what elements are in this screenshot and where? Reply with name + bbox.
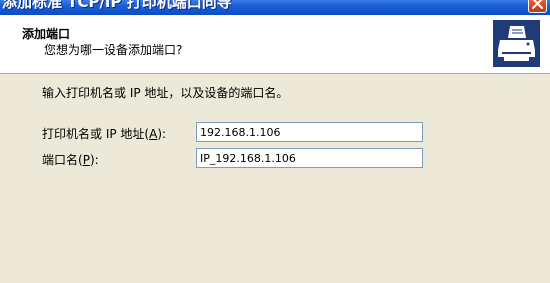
printer-icon xyxy=(493,20,540,67)
port-name-label: 端口名(P): xyxy=(42,151,99,168)
instruction-text: 输入打印机名或 IP 地址，以及设备的端口名。 xyxy=(42,86,289,100)
printer-name-label-suffix: ): xyxy=(157,127,167,141)
wizard-header: 添加端口 您想为哪一设备添加端口? xyxy=(0,15,550,74)
printer-name-input[interactable] xyxy=(196,122,423,142)
printer-name-label: 打印机名或 IP 地址(A): xyxy=(42,125,166,142)
header-subtitle: 您想为哪一设备添加端口? xyxy=(44,43,183,57)
header-title: 添加端口 xyxy=(22,27,71,41)
printer-name-label-prefix: 打印机名或 IP 地址( xyxy=(42,127,150,141)
port-name-accesskey: P xyxy=(82,153,90,167)
add-tcpip-port-wizard-window: 添加标准 TCP/IP 打印机端口向导 添加端口 您想为哪一设备添加端口? 输入… xyxy=(0,0,550,283)
port-name-label-prefix: 端口名( xyxy=(42,153,83,167)
port-name-label-suffix: ): xyxy=(89,153,99,167)
close-button[interactable] xyxy=(528,0,547,13)
title-bar[interactable]: 添加标准 TCP/IP 打印机端口向导 xyxy=(0,0,550,15)
wizard-body: 输入打印机名或 IP 地址，以及设备的端口名。 打印机名或 IP 地址(A): … xyxy=(0,74,550,283)
window-title: 添加标准 TCP/IP 打印机端口向导 xyxy=(2,0,232,11)
port-name-input[interactable] xyxy=(196,148,423,168)
